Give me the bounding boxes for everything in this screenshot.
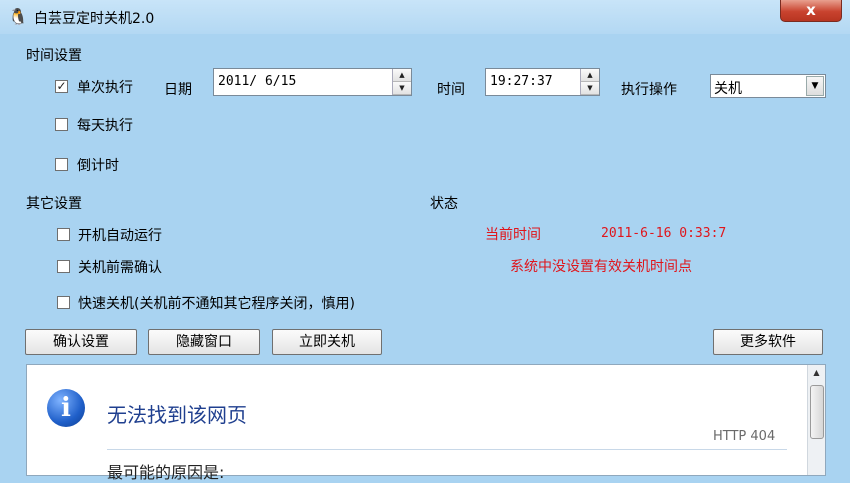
- scroll-thumb[interactable]: [810, 385, 824, 439]
- scroll-up-arrow-icon[interactable]: ▲: [808, 365, 825, 381]
- date-label: 日期: [164, 82, 192, 98]
- countdown-checkbox[interactable]: [55, 158, 68, 171]
- time-value: 19:27:37: [490, 74, 553, 89]
- app-penguin-icon: 🐧: [8, 7, 28, 26]
- daily-label: 每天执行: [77, 118, 133, 134]
- current-time-value: 2011-6-16 0:33:7: [601, 226, 727, 241]
- window-title: 白芸豆定时关机2.0: [34, 11, 155, 27]
- action-label: 执行操作: [621, 82, 677, 98]
- time-up-arrow-icon[interactable]: ▲: [581, 69, 599, 82]
- chevron-down-icon[interactable]: ▼: [806, 76, 824, 96]
- time-settings-label: 时间设置: [26, 48, 82, 64]
- current-time-label: 当前时间: [485, 227, 541, 243]
- status-label: 状态: [430, 196, 458, 212]
- vertical-scrollbar[interactable]: ▲: [807, 365, 825, 475]
- time-label: 时间: [437, 82, 465, 98]
- close-button[interactable]: x: [780, 0, 842, 22]
- status-message: 系统中没设置有效关机时间点: [510, 259, 692, 275]
- info-icon: i: [47, 389, 85, 427]
- date-value: 2011/ 6/15: [218, 74, 297, 89]
- error-code: HTTP 404: [713, 429, 776, 444]
- autostart-label: 开机自动运行: [78, 228, 162, 244]
- divider: [107, 449, 787, 450]
- more-software-button[interactable]: 更多软件: [713, 329, 823, 355]
- title-bar: 🐧 白芸豆定时关机2.0 x: [0, 0, 850, 34]
- error-title: 无法找到该网页: [107, 403, 247, 427]
- date-picker[interactable]: 2011/ 6/15 ▲ ▼: [213, 68, 412, 96]
- other-settings-label: 其它设置: [26, 196, 82, 212]
- once-checkbox[interactable]: ✓: [55, 80, 68, 93]
- daily-checkbox[interactable]: [55, 118, 68, 131]
- time-picker[interactable]: 19:27:37 ▲ ▼: [485, 68, 600, 96]
- shutdown-now-button[interactable]: 立即关机: [272, 329, 382, 355]
- countdown-label: 倒计时: [77, 158, 119, 174]
- fast-shutdown-checkbox[interactable]: [57, 296, 70, 309]
- confirm-settings-button[interactable]: 确认设置: [25, 329, 137, 355]
- action-select[interactable]: 关机 ▼: [710, 74, 826, 98]
- reason-heading: 最可能的原因是:: [107, 463, 225, 482]
- hide-window-button[interactable]: 隐藏窗口: [148, 329, 260, 355]
- once-label: 单次执行: [77, 80, 133, 96]
- confirm-label: 关机前需确认: [78, 260, 162, 276]
- embedded-browser[interactable]: i 无法找到该网页 HTTP 404 最可能的原因是: ▲: [26, 364, 826, 482]
- date-down-arrow-icon[interactable]: ▼: [393, 82, 411, 95]
- time-down-arrow-icon[interactable]: ▼: [581, 82, 599, 95]
- confirm-checkbox[interactable]: [57, 260, 70, 273]
- fast-shutdown-label: 快速关机(关机前不通知其它程序关闭，慎用): [78, 296, 355, 312]
- action-value: 关机: [714, 81, 742, 97]
- date-up-arrow-icon[interactable]: ▲: [393, 69, 411, 82]
- autostart-checkbox[interactable]: [57, 228, 70, 241]
